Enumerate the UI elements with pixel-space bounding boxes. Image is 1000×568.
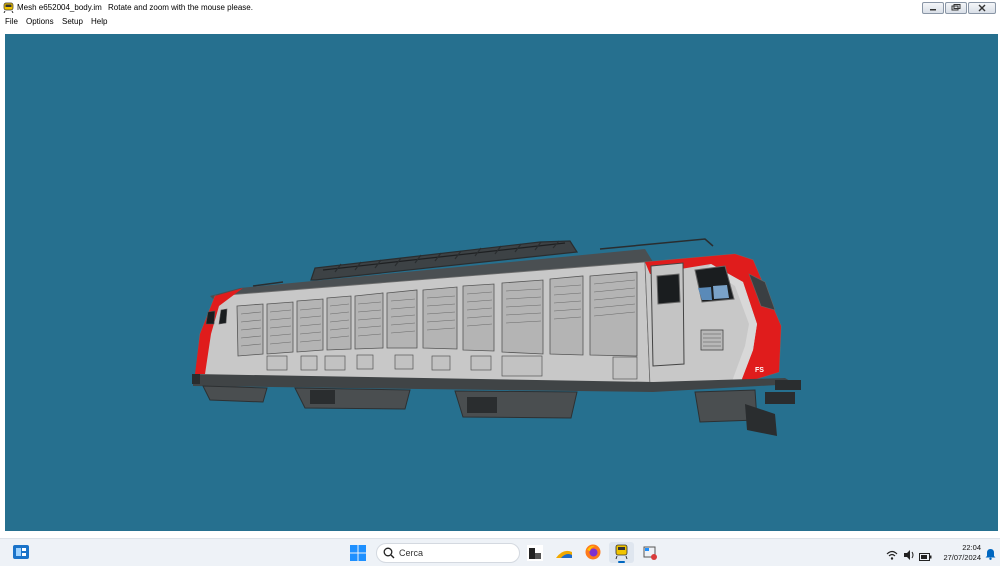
- cab-vent: [700, 329, 724, 351]
- weather-icon[interactable]: [555, 546, 573, 565]
- menu-options[interactable]: Options: [26, 17, 54, 26]
- cab-door-window: [656, 273, 681, 305]
- menu-bar: File Options Setup Help: [0, 15, 1000, 29]
- search-placeholder: Cerca: [399, 548, 424, 558]
- menu-help[interactable]: Help: [91, 17, 107, 26]
- notification-bell-icon[interactable]: [985, 547, 996, 565]
- menu-file[interactable]: File: [5, 17, 18, 26]
- title-bar: Mesh e652004_body.im Rotate and zoom wit…: [0, 0, 1000, 15]
- train-app-icon: [615, 544, 628, 560]
- menu-setup[interactable]: Setup: [62, 17, 83, 26]
- file-explorer-icon[interactable]: [527, 545, 543, 566]
- wifi-icon[interactable]: [886, 547, 898, 565]
- window-title: Mesh e652004_body.im: [17, 3, 102, 12]
- taskbar: Cerca 22:04 27/07/2024: [0, 538, 1000, 566]
- svg-text:FS: FS: [755, 367, 764, 374]
- battery-icon[interactable]: [919, 548, 932, 566]
- snipping-tool-icon[interactable]: [643, 545, 659, 566]
- search-icon: [383, 547, 395, 561]
- close-button[interactable]: [968, 2, 996, 14]
- volume-icon[interactable]: [903, 547, 915, 565]
- firefox-icon[interactable]: [585, 544, 601, 565]
- active-indicator: [618, 561, 625, 563]
- title-message: Rotate and zoom with the mouse please.: [108, 3, 253, 12]
- train-app-icon: [3, 2, 14, 14]
- search-input[interactable]: Cerca: [376, 543, 520, 563]
- minimize-button[interactable]: [922, 2, 944, 14]
- clock-time[interactable]: 22:04: [962, 543, 981, 552]
- 3d-viewport[interactable]: FS: [5, 34, 998, 531]
- restore-button[interactable]: [945, 2, 967, 14]
- buffers: [745, 380, 801, 436]
- widgets-icon[interactable]: [13, 545, 29, 564]
- start-icon[interactable]: [350, 545, 366, 566]
- locomotive-model: FS: [192, 238, 801, 436]
- train-app-taskbar-button[interactable]: [609, 542, 634, 563]
- clock-date[interactable]: 27/07/2024: [943, 553, 981, 562]
